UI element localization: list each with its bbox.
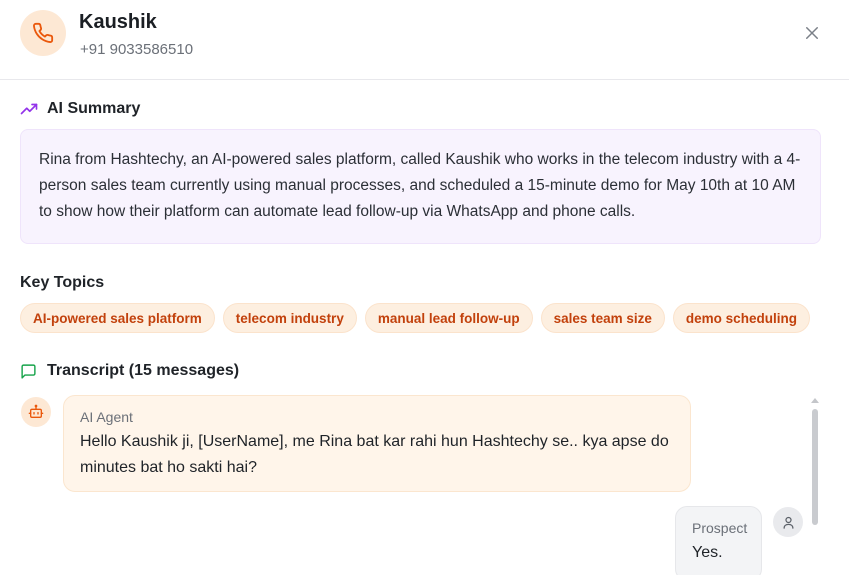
message-text: Hello Kaushik ji, [UserName], me Rina ba… [80, 433, 669, 476]
prospect-avatar [773, 507, 803, 537]
ai-summary-title: AI Summary [47, 100, 141, 117]
contact-phone: +91 9033586510 [80, 41, 194, 58]
message-square-icon [20, 362, 40, 380]
call-header: Kaushik +91 9033586510 [0, 0, 849, 80]
key-topics-title: Key Topics [20, 274, 105, 291]
topic-chip[interactable]: demo scheduling [672, 303, 810, 333]
ai-summary-box: Rina from Hashtechy, an AI-powered sales… [20, 129, 821, 244]
transcript-heading: Transcript (15 messages) [20, 362, 239, 380]
contact-name: Kaushik [79, 11, 157, 33]
topic-chip[interactable]: telecom industry [222, 303, 357, 333]
scroll-up-arrow[interactable] [811, 398, 819, 403]
agent-avatar [21, 397, 51, 427]
message-bubble-agent: AI Agent Hello Kaushik ji, [UserName], m… [63, 395, 691, 492]
transcript-title: Transcript (15 messages) [47, 362, 240, 379]
topic-chip[interactable]: sales team size [540, 303, 665, 333]
ai-summary-heading: AI Summary [20, 100, 140, 118]
message-bubble-prospect: Prospect Yes. [675, 506, 762, 575]
ai-summary-text: Rina from Hashtechy, an AI-powered sales… [39, 151, 801, 220]
key-topics-list: AI-powered sales platform telecom indust… [20, 303, 810, 333]
close-icon [803, 24, 821, 42]
contact-avatar [20, 10, 66, 56]
phone-icon [32, 22, 54, 44]
bot-icon [28, 404, 44, 420]
topic-chip[interactable]: manual lead follow-up [364, 303, 533, 333]
user-icon [781, 515, 796, 530]
message-text: Yes. [692, 544, 723, 561]
key-topics-heading: Key Topics [20, 274, 104, 292]
trending-up-icon [20, 100, 40, 118]
message-sender: AI Agent [80, 409, 133, 425]
scrollbar-thumb[interactable] [812, 409, 818, 525]
message-sender: Prospect [692, 520, 748, 536]
topic-chip[interactable]: AI-powered sales platform [20, 303, 215, 333]
close-button[interactable] [800, 21, 824, 45]
